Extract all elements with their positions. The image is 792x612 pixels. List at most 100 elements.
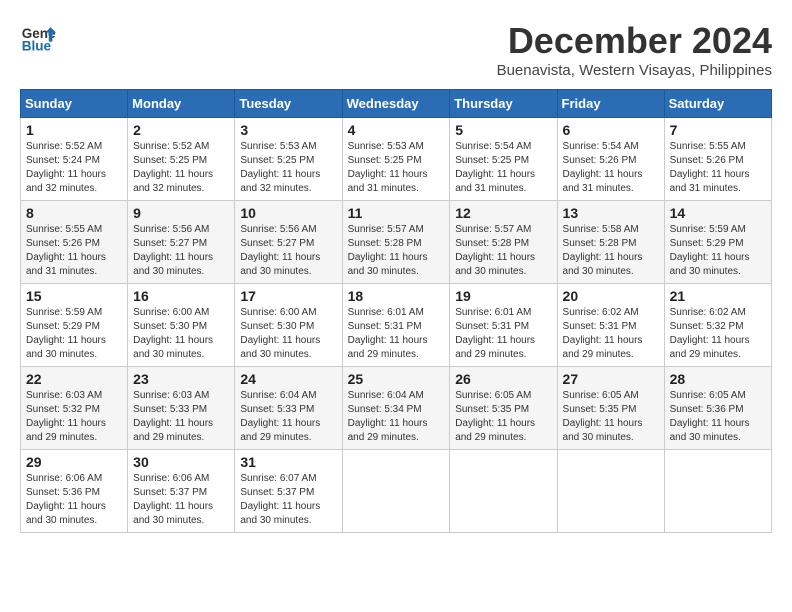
calendar-header-friday: Friday (557, 90, 664, 118)
day-info: Sunrise: 5:56 AMSunset: 5:27 PMDaylight:… (133, 223, 229, 279)
day-number: 22 (26, 371, 122, 387)
day-info: Sunrise: 6:04 AMSunset: 5:33 PMDaylight:… (240, 389, 336, 445)
table-row: 27 Sunrise: 6:05 AMSunset: 5:35 PMDayligh… (557, 367, 664, 450)
day-info: Sunrise: 5:59 AMSunset: 5:29 PMDaylight:… (670, 223, 766, 279)
day-info: Sunrise: 5:52 AMSunset: 5:24 PMDaylight:… (26, 140, 122, 196)
day-number: 31 (240, 454, 336, 470)
day-info: Sunrise: 5:59 AMSunset: 5:29 PMDaylight:… (26, 306, 122, 362)
day-info: Sunrise: 6:07 AMSunset: 5:37 PMDaylight:… (240, 472, 336, 528)
table-row: 15 Sunrise: 5:59 AMSunset: 5:29 PMDayligh… (21, 284, 128, 367)
day-number: 19 (455, 288, 551, 304)
month-year-title: December 2024 (497, 20, 772, 62)
calendar-header-tuesday: Tuesday (235, 90, 342, 118)
day-number: 29 (26, 454, 122, 470)
table-row: 22 Sunrise: 6:03 AMSunset: 5:32 PMDayligh… (21, 367, 128, 450)
table-row: 29 Sunrise: 6:06 AMSunset: 5:36 PMDayligh… (21, 450, 128, 533)
day-number: 23 (133, 371, 229, 387)
calendar-body: 1Sunrise: 5:52 AMSunset: 5:24 PMDaylight… (21, 118, 772, 533)
table-row: 19 Sunrise: 6:01 AMSunset: 5:31 PMDayligh… (450, 284, 557, 367)
day-info: Sunrise: 6:00 AMSunset: 5:30 PMDaylight:… (133, 306, 229, 362)
day-number: 6 (563, 122, 659, 138)
calendar-week-row: 8Sunrise: 5:55 AMSunset: 5:26 PMDaylight… (21, 201, 772, 284)
table-row: 16Sunrise: 6:00 AMSunset: 5:30 PMDayligh… (128, 284, 235, 367)
day-info: Sunrise: 5:58 AMSunset: 5:28 PMDaylight:… (563, 223, 659, 279)
table-row (557, 450, 664, 533)
day-info: Sunrise: 5:56 AMSunset: 5:27 PMDaylight:… (240, 223, 336, 279)
table-row: 26 Sunrise: 6:05 AMSunset: 5:35 PMDayligh… (450, 367, 557, 450)
day-info: Sunrise: 5:54 AMSunset: 5:25 PMDaylight:… (455, 140, 551, 196)
table-row (342, 450, 450, 533)
table-row: 2 Sunrise: 5:52 AMSunset: 5:25 PMDaylight… (128, 118, 235, 201)
calendar-week-row: 1Sunrise: 5:52 AMSunset: 5:24 PMDaylight… (21, 118, 772, 201)
day-info: Sunrise: 5:53 AMSunset: 5:25 PMDaylight:… (240, 140, 336, 196)
table-row: 25 Sunrise: 6:04 AMSunset: 5:34 PMDayligh… (342, 367, 450, 450)
day-info: Sunrise: 6:06 AMSunset: 5:36 PMDaylight:… (26, 472, 122, 528)
day-number: 20 (563, 288, 659, 304)
day-number: 4 (348, 122, 445, 138)
title-area: December 2024 Buenavista, Western Visaya… (497, 20, 772, 79)
day-number: 15 (26, 288, 122, 304)
table-row: 10 Sunrise: 5:56 AMSunset: 5:27 PMDayligh… (235, 201, 342, 284)
day-info: Sunrise: 5:57 AMSunset: 5:28 PMDaylight:… (455, 223, 551, 279)
table-row: 13 Sunrise: 5:58 AMSunset: 5:28 PMDayligh… (557, 201, 664, 284)
table-row (450, 450, 557, 533)
calendar-header-monday: Monday (128, 90, 235, 118)
table-row: 30 Sunrise: 6:06 AMSunset: 5:37 PMDayligh… (128, 450, 235, 533)
svg-text:Blue: Blue (22, 39, 52, 54)
day-number: 17 (240, 288, 336, 304)
day-number: 9 (133, 205, 229, 221)
day-info: Sunrise: 5:53 AMSunset: 5:25 PMDaylight:… (348, 140, 445, 196)
calendar-header-saturday: Saturday (664, 90, 771, 118)
day-number: 13 (563, 205, 659, 221)
calendar-header-sunday: Sunday (21, 90, 128, 118)
table-row: 14Sunrise: 5:59 AMSunset: 5:29 PMDayligh… (664, 201, 771, 284)
day-number: 25 (348, 371, 445, 387)
day-info: Sunrise: 6:04 AMSunset: 5:34 PMDaylight:… (348, 389, 445, 445)
table-row: 3 Sunrise: 5:53 AMSunset: 5:25 PMDaylight… (235, 118, 342, 201)
calendar-table: SundayMondayTuesdayWednesdayThursdayFrid… (20, 89, 772, 533)
day-number: 26 (455, 371, 551, 387)
table-row: 21Sunrise: 6:02 AMSunset: 5:32 PMDayligh… (664, 284, 771, 367)
day-number: 27 (563, 371, 659, 387)
table-row: 20 Sunrise: 6:02 AMSunset: 5:31 PMDayligh… (557, 284, 664, 367)
day-info: Sunrise: 6:01 AMSunset: 5:31 PMDaylight:… (455, 306, 551, 362)
table-row: 28Sunrise: 6:05 AMSunset: 5:36 PMDayligh… (664, 367, 771, 450)
day-info: Sunrise: 6:02 AMSunset: 5:31 PMDaylight:… (563, 306, 659, 362)
day-info: Sunrise: 6:01 AMSunset: 5:31 PMDaylight:… (348, 306, 445, 362)
day-number: 10 (240, 205, 336, 221)
day-info: Sunrise: 6:05 AMSunset: 5:35 PMDaylight:… (563, 389, 659, 445)
day-number: 11 (348, 205, 445, 221)
calendar-week-row: 29 Sunrise: 6:06 AMSunset: 5:36 PMDayligh… (21, 450, 772, 533)
day-info: Sunrise: 5:55 AMSunset: 5:26 PMDaylight:… (26, 223, 122, 279)
day-number: 5 (455, 122, 551, 138)
page-header: General Blue December 2024 Buenavista, W… (20, 20, 772, 79)
table-row: 1Sunrise: 5:52 AMSunset: 5:24 PMDaylight… (21, 118, 128, 201)
day-number: 3 (240, 122, 336, 138)
calendar-week-row: 15 Sunrise: 5:59 AMSunset: 5:29 PMDayligh… (21, 284, 772, 367)
day-info: Sunrise: 6:05 AMSunset: 5:36 PMDaylight:… (670, 389, 766, 445)
table-row: 8Sunrise: 5:55 AMSunset: 5:26 PMDaylight… (21, 201, 128, 284)
table-row: 23 Sunrise: 6:03 AMSunset: 5:33 PMDayligh… (128, 367, 235, 450)
day-info: Sunrise: 5:52 AMSunset: 5:25 PMDaylight:… (133, 140, 229, 196)
day-number: 2 (133, 122, 229, 138)
day-info: Sunrise: 6:03 AMSunset: 5:32 PMDaylight:… (26, 389, 122, 445)
table-row: 7Sunrise: 5:55 AMSunset: 5:26 PMDaylight… (664, 118, 771, 201)
day-info: Sunrise: 6:00 AMSunset: 5:30 PMDaylight:… (240, 306, 336, 362)
day-info: Sunrise: 6:03 AMSunset: 5:33 PMDaylight:… (133, 389, 229, 445)
calendar-week-row: 22 Sunrise: 6:03 AMSunset: 5:32 PMDayligh… (21, 367, 772, 450)
table-row: 24Sunrise: 6:04 AMSunset: 5:33 PMDayligh… (235, 367, 342, 450)
day-info: Sunrise: 5:54 AMSunset: 5:26 PMDaylight:… (563, 140, 659, 196)
table-row: 6 Sunrise: 5:54 AMSunset: 5:26 PMDaylight… (557, 118, 664, 201)
calendar-header-row: SundayMondayTuesdayWednesdayThursdayFrid… (21, 90, 772, 118)
day-info: Sunrise: 5:55 AMSunset: 5:26 PMDaylight:… (670, 140, 766, 196)
day-info: Sunrise: 6:06 AMSunset: 5:37 PMDaylight:… (133, 472, 229, 528)
day-info: Sunrise: 6:05 AMSunset: 5:35 PMDaylight:… (455, 389, 551, 445)
location-subtitle: Buenavista, Western Visayas, Philippines (497, 62, 772, 79)
day-info: Sunrise: 6:02 AMSunset: 5:32 PMDaylight:… (670, 306, 766, 362)
table-row: 31 Sunrise: 6:07 AMSunset: 5:37 PMDayligh… (235, 450, 342, 533)
day-number: 30 (133, 454, 229, 470)
day-number: 12 (455, 205, 551, 221)
table-row: 5 Sunrise: 5:54 AMSunset: 5:25 PMDaylight… (450, 118, 557, 201)
table-row: 4 Sunrise: 5:53 AMSunset: 5:25 PMDaylight… (342, 118, 450, 201)
day-number: 18 (348, 288, 445, 304)
